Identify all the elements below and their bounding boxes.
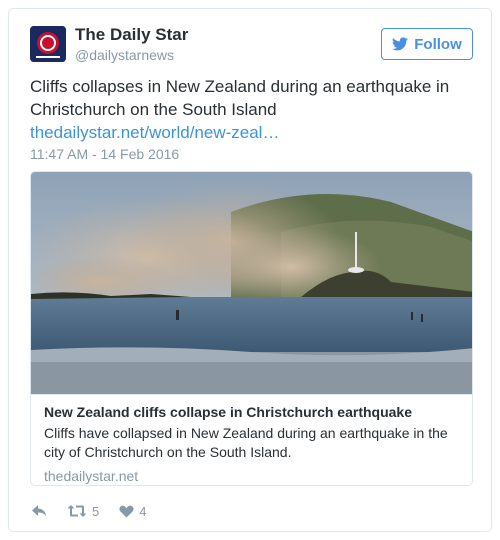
link-card-title[interactable]: New Zealand cliffs collapse in Christchu… — [44, 403, 461, 421]
follow-button[interactable]: Follow — [381, 28, 473, 60]
display-name[interactable]: The Daily Star — [75, 25, 188, 45]
retweet-icon — [67, 504, 87, 518]
reply-button[interactable] — [31, 504, 47, 518]
twitter-bird-icon — [392, 37, 409, 51]
daily-star-logo-icon[interactable] — [30, 26, 66, 62]
tweet-actions: 5 4 — [31, 501, 166, 521]
cliff-collapse-photo[interactable] — [31, 172, 472, 394]
tweet-card: The Daily Star @dailystarnews Follow Cli… — [8, 8, 492, 532]
heart-icon — [119, 505, 134, 518]
like-button[interactable]: 4 — [119, 504, 146, 519]
retweet-button[interactable]: 5 — [67, 504, 99, 519]
follow-label: Follow — [414, 35, 462, 53]
timestamp[interactable]: 11:47 AM - 14 Feb 2016 — [30, 146, 179, 162]
tweet-link[interactable]: thedailystar.net/world/new-zeal… — [30, 123, 279, 142]
screen-name[interactable]: @dailystarnews — [75, 47, 174, 63]
retweet-count: 5 — [92, 503, 100, 519]
reply-icon — [31, 504, 47, 518]
link-card-description: Cliffs have collapsed in New Zealand dur… — [44, 425, 448, 460]
like-count: 4 — [139, 503, 147, 519]
tweet-body: Cliffs collapses in New Zealand during a… — [30, 77, 450, 119]
link-card-body: New Zealand cliffs collapse in Christchu… — [31, 394, 472, 485]
tweet-text: Cliffs collapses in New Zealand during a… — [30, 75, 480, 144]
link-card[interactable]: New Zealand cliffs collapse in Christchu… — [30, 171, 473, 486]
link-card-domain: thedailystar.net — [44, 468, 139, 484]
